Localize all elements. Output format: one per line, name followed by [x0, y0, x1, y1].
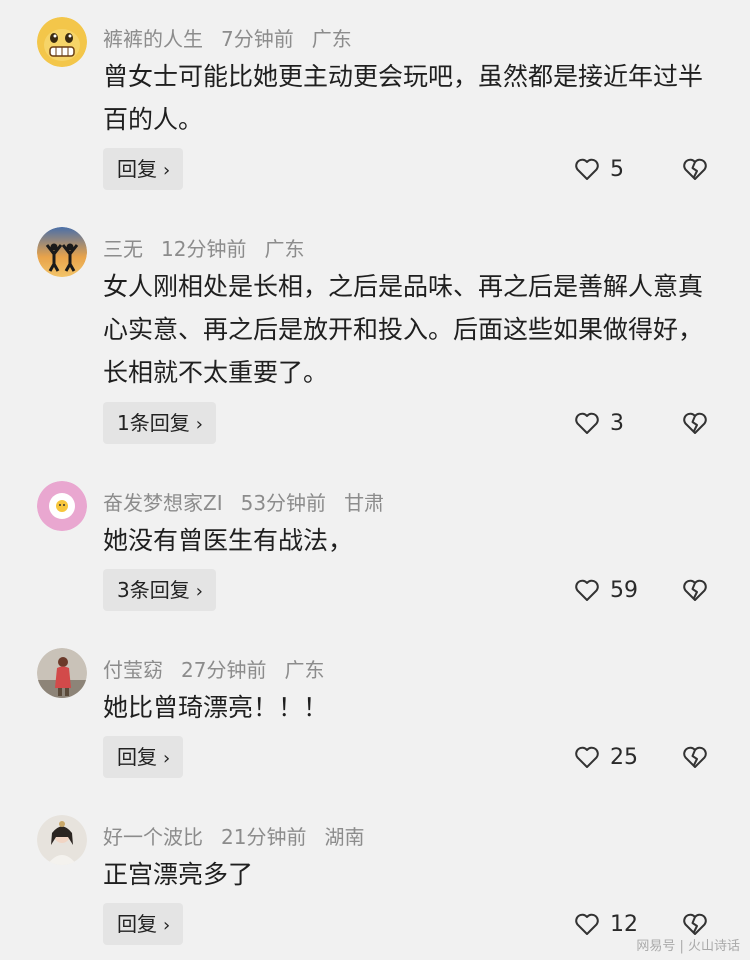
- reply-button[interactable]: 3条回复 ›: [103, 569, 216, 611]
- location: 广东: [264, 237, 305, 261]
- dislike-button[interactable]: [682, 402, 708, 444]
- reply-button[interactable]: 回复 ›: [103, 736, 184, 778]
- broken-heart-icon: [683, 913, 707, 935]
- chevron-right-icon: ›: [163, 915, 171, 936]
- heart-outline-icon: [575, 158, 599, 180]
- reply-button[interactable]: 1条回复 ›: [103, 402, 216, 444]
- timestamp: 53分钟前: [240, 491, 327, 515]
- like-button[interactable]: 59: [574, 569, 638, 611]
- broken-heart-icon: [683, 746, 707, 768]
- username[interactable]: 三无: [103, 237, 143, 261]
- dislike-button[interactable]: [682, 736, 708, 778]
- like-button[interactable]: 25: [574, 736, 638, 778]
- username[interactable]: 裤裤的人生: [103, 27, 203, 51]
- timestamp: 21分钟前: [221, 825, 307, 849]
- broken-heart-icon: [683, 412, 707, 434]
- avatar[interactable]: [37, 227, 87, 277]
- heart-outline-icon: [575, 579, 599, 601]
- like-button[interactable]: 3: [574, 402, 624, 444]
- username[interactable]: 付莹窈: [103, 658, 163, 682]
- chevron-right-icon: ›: [163, 160, 171, 181]
- location: 湖南: [324, 825, 365, 849]
- timestamp: 12分钟前: [161, 237, 247, 261]
- like-count: 25: [610, 744, 638, 770]
- reply-label: 回复: [117, 745, 157, 769]
- like-count: 3: [610, 410, 624, 436]
- location: 甘肃: [344, 491, 385, 515]
- comment-meta: 付莹窈 27分钟前 广东: [103, 658, 342, 682]
- comment-text: 她比曾琦漂亮！！！: [103, 693, 329, 722]
- reply-label: 1条回复: [117, 411, 190, 435]
- comment-meta: 好一个波比 21分钟前 湖南: [103, 825, 382, 849]
- reply-button[interactable]: 回复 ›: [103, 903, 184, 945]
- like-button[interactable]: 12: [574, 903, 638, 945]
- chevron-right-icon: ›: [163, 748, 171, 769]
- username[interactable]: 奋发梦想家ZI: [103, 491, 223, 515]
- comment-text: 曾女士可能比她更主动更会玩吧，虽然都是接近年过半百的人。: [103, 62, 704, 134]
- watermark: 网易号 | 火山诗话: [636, 939, 740, 954]
- timestamp: 7分钟前: [221, 27, 294, 51]
- username[interactable]: 好一个波比: [103, 825, 203, 849]
- dislike-button[interactable]: [682, 148, 708, 190]
- like-count: 5: [610, 156, 624, 182]
- timestamp: 27分钟前: [181, 658, 267, 682]
- comment-meta: 裤裤的人生 7分钟前 广东: [103, 27, 370, 51]
- like-count: 12: [610, 911, 638, 937]
- reply-label: 回复: [117, 912, 157, 936]
- reply-label: 回复: [117, 157, 157, 181]
- heart-outline-icon: [575, 746, 599, 768]
- broken-heart-icon: [683, 579, 707, 601]
- comment-text: 正宫漂亮多了: [103, 860, 254, 889]
- avatar[interactable]: [37, 648, 87, 698]
- avatar[interactable]: [37, 481, 87, 531]
- avatar[interactable]: [37, 815, 87, 865]
- like-button[interactable]: 5: [574, 148, 624, 190]
- reply-label: 3条回复: [117, 578, 190, 602]
- heart-outline-icon: [575, 412, 599, 434]
- broken-heart-icon: [683, 158, 707, 180]
- like-count: 59: [610, 577, 638, 603]
- location: 广东: [284, 658, 325, 682]
- location: 广东: [311, 27, 352, 51]
- avatar[interactable]: [37, 17, 87, 67]
- heart-outline-icon: [575, 913, 599, 935]
- dislike-button[interactable]: [682, 569, 708, 611]
- comment-text: 她没有曾医生有战法，: [103, 526, 354, 555]
- reply-button[interactable]: 回复 ›: [103, 148, 184, 190]
- comment-text: 女人刚相处是长相，之后是品味、再之后是善解人意真心实意、再之后是放开和投入。后面…: [103, 272, 704, 387]
- chevron-right-icon: ›: [195, 414, 203, 435]
- chevron-right-icon: ›: [195, 581, 203, 602]
- comment-meta: 奋发梦想家ZI 53分钟前 甘肃: [103, 491, 402, 515]
- comment-meta: 三无 12分钟前 广东: [103, 237, 322, 261]
